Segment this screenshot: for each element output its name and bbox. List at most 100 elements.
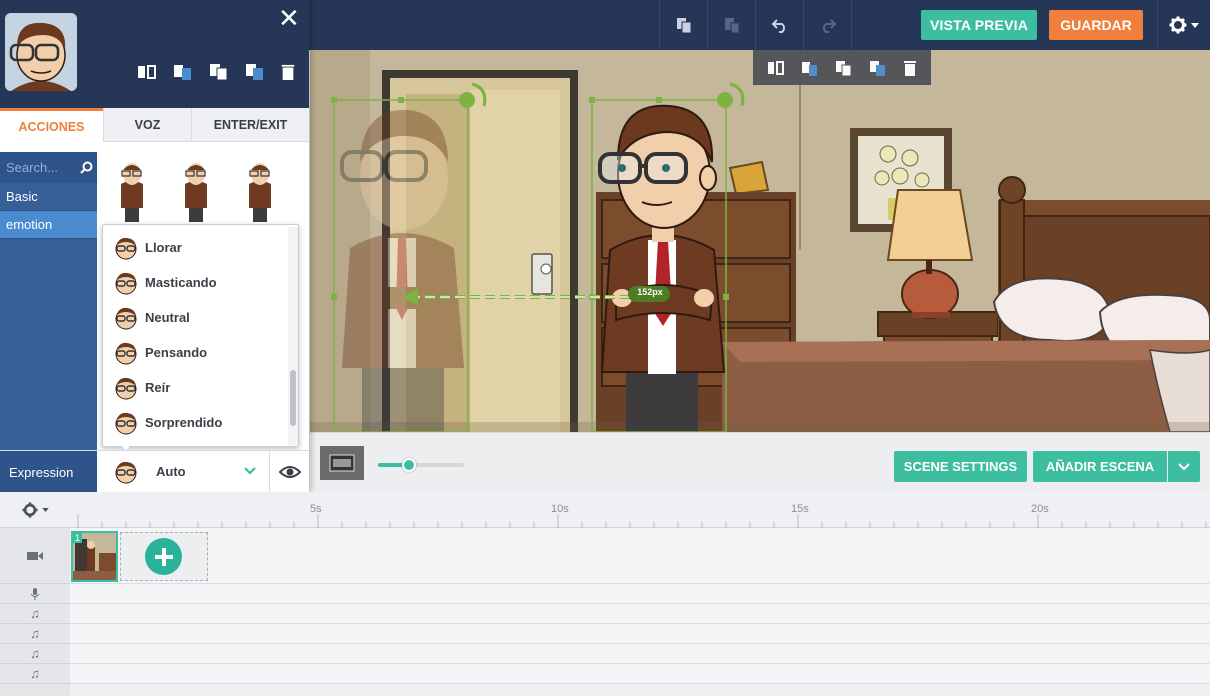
undo-button[interactable] [755, 0, 803, 50]
duplicate-icon[interactable] [834, 59, 854, 77]
expression-option-label: Masticando [145, 275, 217, 290]
eye-icon [278, 466, 301, 478]
expression-option-masticando[interactable]: Masticando [103, 265, 288, 300]
tick-label-15s: 15s [791, 503, 809, 515]
expression-option-label: Reír [145, 380, 171, 395]
copy-button[interactable] [659, 0, 707, 50]
timeline-music-row[interactable] [70, 644, 1210, 664]
pose-grid [97, 152, 309, 224]
redo-icon [822, 19, 836, 33]
add-scene-plus-button[interactable] [145, 538, 182, 575]
timeline-scene-row[interactable] [70, 528, 1210, 584]
expression-option-label: Llorar [145, 240, 182, 255]
panel-header: ✕ [0, 0, 309, 108]
scene-settings-button[interactable]: SCENE SETTINGS [894, 451, 1027, 482]
tick-label-10s: 10s [551, 503, 569, 515]
zoom-slider-track[interactable] [378, 463, 464, 467]
panel-tabs: ACCIONES VOZ ENTER/EXIT [0, 108, 309, 143]
timeline-voice-row[interactable] [70, 584, 1210, 604]
tick-label-5s: 5s [310, 503, 322, 515]
expression-option-label: Pensando [145, 345, 208, 360]
timeline-music-row[interactable] [70, 624, 1210, 644]
selection-overlay [331, 82, 745, 432]
avatar-image [5, 13, 77, 91]
zoom-slider-handle[interactable] [402, 458, 416, 472]
caret-down-icon [1191, 22, 1199, 28]
face-icon [115, 377, 137, 399]
face-icon [115, 412, 137, 434]
add-scene-dropdown-button[interactable] [1168, 451, 1200, 482]
film-icon [329, 454, 355, 472]
pose-thumbnail[interactable] [245, 160, 275, 222]
preview-expression-button[interactable] [269, 451, 309, 493]
scene-thumbnail[interactable]: 1 [71, 531, 118, 582]
add-scene-button[interactable]: AÑADIR ESCENA [1033, 451, 1167, 482]
flip-icon[interactable] [136, 62, 158, 82]
tab-acciones[interactable]: ACCIONES [0, 108, 103, 143]
layer-back-icon[interactable] [172, 62, 194, 82]
layer-back-icon[interactable] [800, 59, 820, 77]
track-music-3: ♫ [0, 644, 70, 664]
face-icon [115, 342, 137, 364]
face-icon [115, 237, 137, 259]
caret-down-icon [41, 507, 49, 512]
music-note-icon: ♫ [30, 626, 40, 641]
camera-icon [27, 551, 43, 560]
microphone-icon [31, 587, 39, 600]
expression-option-sorprendido[interactable]: Sorprendido [103, 405, 288, 440]
tab-enter-exit[interactable]: ENTER/EXIT [191, 108, 309, 142]
search-icon [80, 161, 93, 174]
expression-option-llorar[interactable]: Llorar [103, 230, 288, 265]
plus-icon [154, 547, 173, 566]
expression-selector-row: Expression Auto [0, 450, 309, 493]
expression-label: Expression [0, 451, 97, 493]
track-music-1: ♫ [0, 604, 70, 624]
edit-toolbar [659, 0, 852, 50]
timeline-music-row[interactable] [70, 664, 1210, 684]
save-button[interactable]: GUARDAR [1049, 10, 1143, 40]
close-panel-icon[interactable]: ✕ [278, 5, 300, 31]
selection-toolbar [753, 50, 931, 85]
layer-front-icon[interactable] [868, 59, 888, 77]
timeline-music-row[interactable] [70, 604, 1210, 624]
search-placeholder: Search... [6, 160, 59, 175]
expression-option-label: Sorprendido [145, 415, 223, 430]
chevron-down-icon[interactable] [243, 464, 257, 478]
chevron-down-icon [1178, 462, 1190, 470]
scene-number: 1 [73, 533, 83, 543]
timeline-settings-button[interactable] [0, 492, 70, 528]
track-music-2: ♫ [0, 624, 70, 644]
redo-button[interactable] [803, 0, 851, 50]
copy-icon [676, 18, 691, 34]
track-voice [0, 584, 70, 604]
timeline-ruler[interactable]: 5s 10s 15s 20s [70, 492, 1210, 528]
flip-icon[interactable] [766, 59, 786, 77]
category-emotion[interactable]: emotion [0, 211, 97, 239]
paste-button[interactable] [707, 0, 755, 50]
scene-canvas[interactable]: 152px [310, 50, 1210, 432]
layer-front-icon[interactable] [244, 62, 266, 82]
face-icon [115, 307, 137, 329]
category-basic[interactable]: Basic [0, 183, 97, 211]
pose-thumbnail[interactable] [117, 160, 147, 222]
expression-option-pensando[interactable]: Pensando [103, 335, 288, 370]
trash-icon[interactable] [280, 62, 296, 82]
character-avatar[interactable] [5, 13, 77, 91]
trash-icon[interactable] [902, 59, 918, 77]
expression-option-neutral[interactable]: Neutral [103, 300, 288, 335]
scene-preview-thumbnail[interactable] [320, 446, 364, 480]
music-note-icon: ♫ [30, 606, 40, 621]
panel-tools [136, 62, 296, 82]
dropdown-scroll-thumb[interactable] [290, 370, 296, 426]
tab-voz[interactable]: VOZ [103, 108, 191, 142]
expression-select[interactable]: Auto [156, 464, 186, 479]
pose-thumbnail[interactable] [181, 160, 211, 222]
toolbar-divider [851, 0, 852, 50]
duplicate-icon[interactable] [208, 62, 230, 82]
expression-option-reir[interactable]: Reír [103, 370, 288, 405]
track-camera [0, 528, 70, 584]
track-music-4: ♫ [0, 664, 70, 684]
settings-menu-button[interactable] [1157, 0, 1210, 50]
preview-button[interactable]: VISTA PREVIA [921, 10, 1037, 40]
search-field[interactable]: Search... [0, 152, 97, 183]
